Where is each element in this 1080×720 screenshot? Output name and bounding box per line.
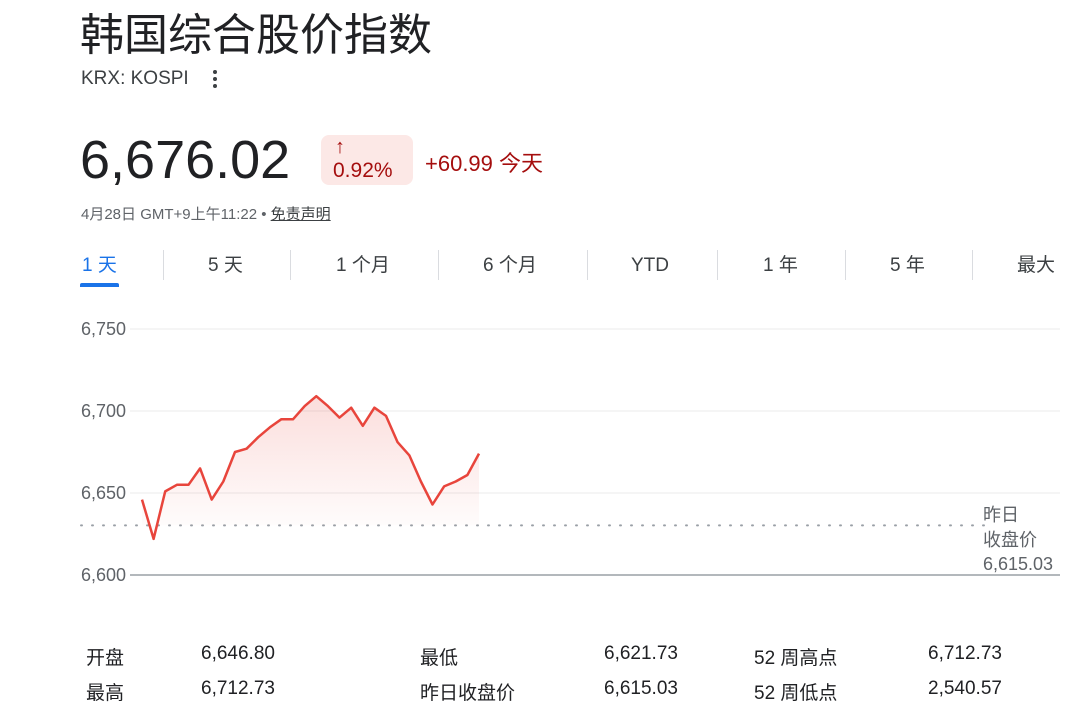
tab-divider (717, 250, 718, 280)
y-tick-label: 6,600 (81, 565, 126, 585)
data-point[interactable] (395, 439, 401, 445)
data-point[interactable] (418, 479, 424, 485)
data-point[interactable] (441, 483, 447, 489)
data-point[interactable] (325, 403, 331, 409)
data-point[interactable] (406, 452, 412, 458)
change-percent: 0.92% (333, 159, 393, 182)
stat-value-prev-close: 6,615.03 (604, 678, 678, 699)
data-point[interactable] (220, 479, 226, 485)
more-options-icon[interactable] (205, 66, 225, 92)
range-tabs: 1 天 5 天 1 个月 6 个月 YTD 1 年 5 年 最大 (80, 246, 1060, 290)
intraday-chart[interactable]: 6,750 6,700 6,650 6,600 昨日 收盘价 6,615.03 (0, 300, 1080, 600)
tab-divider (438, 250, 439, 280)
data-point[interactable] (383, 413, 389, 419)
data-point[interactable] (162, 488, 168, 494)
page-title: 韩国综合股价指数 (80, 10, 432, 61)
timestamp: 4月28日 GMT+9上午11:22 • (81, 206, 271, 223)
data-point[interactable] (360, 423, 366, 429)
data-point[interactable] (197, 465, 203, 471)
active-tab-indicator (80, 283, 119, 287)
up-arrow-icon: ↑ (335, 136, 345, 158)
stat-label-low: 最低 (420, 648, 459, 669)
data-point[interactable] (151, 536, 157, 542)
tab-divider (845, 250, 846, 280)
data-point[interactable] (244, 446, 250, 452)
tab-1-month[interactable]: 1 个月 (336, 246, 390, 286)
data-point[interactable] (174, 482, 180, 488)
tab-divider (163, 250, 164, 280)
data-point[interactable] (290, 416, 296, 422)
data-point[interactable] (464, 472, 470, 478)
data-point[interactable] (430, 502, 436, 508)
data-point[interactable] (337, 415, 343, 421)
y-tick-label: 6,750 (81, 319, 126, 339)
tab-5-days[interactable]: 5 天 (208, 246, 243, 286)
stat-label-open: 开盘 (86, 648, 125, 669)
y-tick-label: 6,700 (81, 401, 126, 421)
data-point[interactable] (186, 482, 192, 488)
timestamp-row: 4月28日 GMT+9上午11:22 • 免责声明 (81, 203, 331, 224)
change-value: +60.99 今天 (425, 151, 544, 176)
tab-divider (290, 250, 291, 280)
data-point[interactable] (453, 479, 459, 485)
previous-close-value: 6,615.03 (983, 554, 1053, 574)
key-stats: 开盘 6,646.80 最高 6,712.73 最低 6,621.73 昨日收盘… (0, 636, 1080, 716)
stat-value-52w-low: 2,540.57 (928, 678, 1002, 699)
data-point[interactable] (371, 405, 377, 411)
data-point[interactable] (313, 393, 319, 399)
tab-6-months[interactable]: 6 个月 (483, 246, 537, 286)
tab-1-year[interactable]: 1 年 (763, 246, 798, 286)
data-point[interactable] (267, 424, 273, 430)
stat-label-52w-high: 52 周高点 (754, 648, 838, 669)
tab-5-years[interactable]: 5 年 (890, 246, 925, 286)
previous-close-label: 收盘价 (983, 530, 1037, 550)
tab-divider (972, 250, 973, 280)
tab-ytd[interactable]: YTD (631, 246, 669, 286)
data-point[interactable] (232, 449, 238, 455)
data-point[interactable] (476, 451, 482, 457)
tab-max[interactable]: 最大 (1017, 246, 1055, 286)
stat-value-low: 6,621.73 (604, 643, 678, 664)
tab-1-day[interactable]: 1 天 (82, 246, 117, 286)
data-point[interactable] (255, 434, 261, 440)
current-price: 6,676.02 (80, 130, 291, 190)
ticker-row: KRX: KOSPI (81, 66, 225, 92)
stat-label-52w-low: 52 周低点 (754, 683, 838, 704)
disclaimer-link[interactable]: 免责声明 (271, 206, 331, 223)
data-point[interactable] (278, 416, 284, 422)
ticker-symbol: KRX: KOSPI (81, 68, 189, 89)
data-point[interactable] (209, 497, 215, 503)
data-point[interactable] (139, 497, 145, 503)
stat-value-high: 6,712.73 (201, 678, 275, 699)
tab-divider (587, 250, 588, 280)
stat-label-prev-close: 昨日收盘价 (420, 683, 516, 704)
stat-value-open: 6,646.80 (201, 643, 275, 664)
change-percent-badge: ↑ 0.92% (321, 135, 413, 185)
data-point[interactable] (348, 405, 354, 411)
data-point[interactable] (302, 403, 308, 409)
stat-label-high: 最高 (86, 683, 125, 704)
previous-close-label: 昨日 (983, 505, 1019, 525)
y-tick-label: 6,650 (81, 483, 126, 503)
price-area-fill (142, 396, 479, 539)
stat-value-52w-high: 6,712.73 (928, 643, 1002, 664)
